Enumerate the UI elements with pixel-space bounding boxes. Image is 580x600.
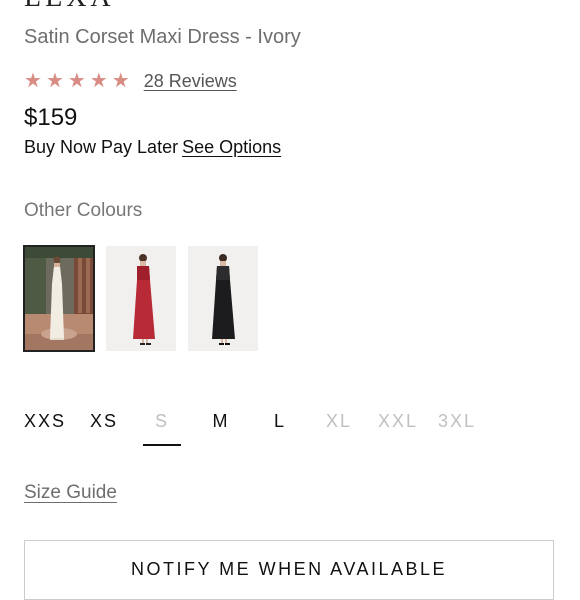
product-title: Satin Corset Maxi Dress - Ivory <box>24 26 301 48</box>
see-options-link[interactable]: See Options <box>182 137 281 157</box>
size-option-l[interactable]: L <box>255 408 305 438</box>
product-price: $159 <box>24 104 78 131</box>
star-icon: ★ <box>89 70 108 92</box>
notify-me-button[interactable]: NOTIFY ME WHEN AVAILABLE <box>24 540 554 600</box>
size-option-xxl[interactable]: XXL <box>373 408 423 438</box>
reviews-link[interactable]: 28 Reviews <box>144 68 237 94</box>
star-icon: ★ <box>111 70 130 92</box>
star-rating: ★ ★ ★ ★ ★ <box>24 68 130 94</box>
size-option-xs[interactable]: XS <box>79 408 129 438</box>
size-option-xl[interactable]: XL <box>314 408 364 438</box>
red-dress-image <box>106 246 176 351</box>
bnpl-row: Buy Now Pay Later See Options <box>24 135 281 159</box>
size-selector: XXS XS S M L XL XXL 3XL <box>0 408 580 448</box>
star-icon: ★ <box>24 70 42 92</box>
swatch-red[interactable] <box>106 246 176 351</box>
size-option-m[interactable]: M <box>196 408 246 438</box>
swatch-black[interactable] <box>188 246 258 351</box>
size-option-xxs[interactable]: XXS <box>20 408 70 438</box>
colour-swatches <box>23 245 258 352</box>
size-guide-link[interactable]: Size Guide <box>24 480 117 506</box>
black-dress-image <box>188 246 258 351</box>
size-option-3xl[interactable]: 3XL <box>432 408 482 438</box>
other-colours-heading: Other Colours <box>24 200 143 221</box>
bnpl-text: Buy Now Pay Later <box>24 137 179 157</box>
star-icon: ★ <box>67 70 86 92</box>
swatch-ivory[interactable] <box>23 245 95 352</box>
rating-row: ★ ★ ★ ★ ★ 28 Reviews <box>24 68 237 94</box>
ivory-dress-image <box>24 246 94 351</box>
brand-logo[interactable]: LEXA <box>24 0 115 12</box>
star-icon: ★ <box>45 70 64 92</box>
size-option-s[interactable]: S <box>137 408 187 446</box>
